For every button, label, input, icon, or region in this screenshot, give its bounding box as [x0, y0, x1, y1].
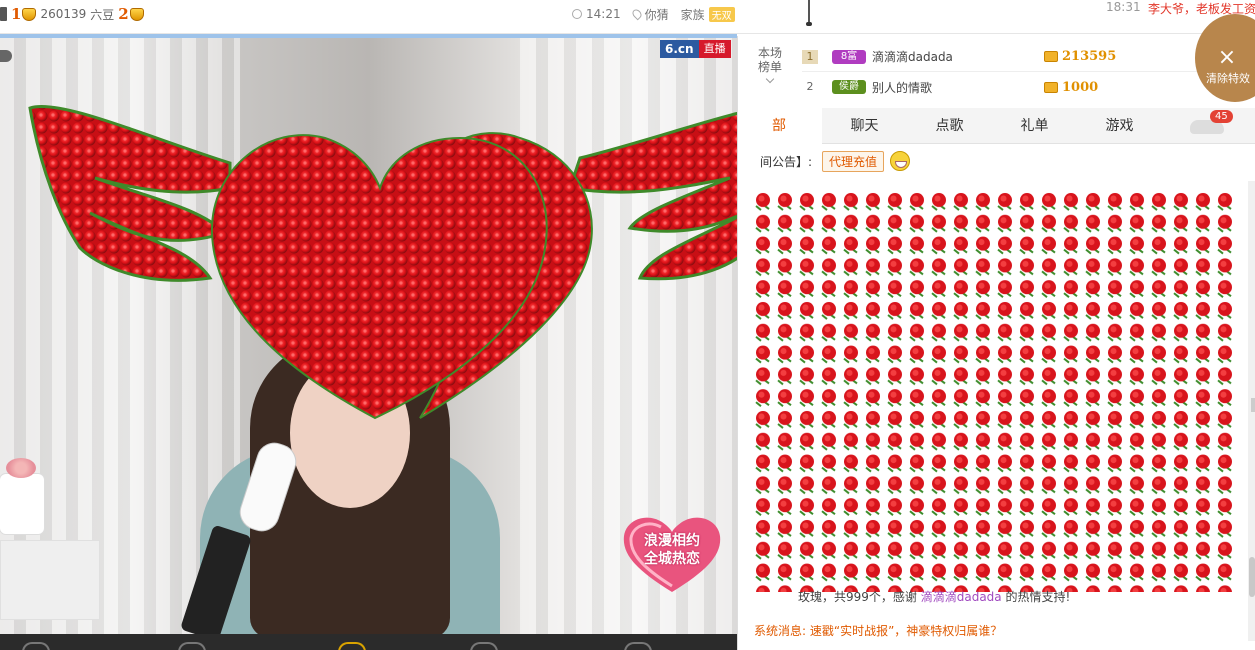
site-name: 6.cn	[660, 40, 699, 58]
coin-icon	[1044, 81, 1058, 93]
rank-badge-1: 1	[11, 5, 37, 23]
expand-arrow-icon[interactable]	[1251, 398, 1255, 412]
promo-line-1: 浪漫相约	[644, 533, 700, 549]
tab-song-request[interactable]: 点歌	[907, 108, 992, 144]
control-dot[interactable]	[470, 642, 498, 650]
system-message[interactable]: 系统消息: 速戳“实时战报”，神豪特权归属谁？	[754, 622, 1002, 639]
gift-message: 玫瑰，共999个，感谢 滴滴滴dadada 的热情支持!	[798, 588, 1070, 605]
announcement: 间公告】: 代理充值	[738, 148, 911, 174]
announcement-label: 间公告】:	[760, 154, 813, 169]
level-badge: 侯爵	[832, 80, 866, 94]
ranking-header[interactable]: 本场 榜单	[750, 46, 790, 84]
level-badge: 8富	[832, 49, 866, 64]
crown-icon	[129, 7, 144, 21]
chevron-down-icon	[765, 74, 775, 84]
family-label: 家族	[680, 7, 705, 22]
panel-edge-icon	[0, 7, 7, 21]
ranking-row[interactable]: 2 侯爵 别人的情歌 1000	[802, 72, 1202, 102]
side-panel: 本场 榜单 1 8富 滴滴滴dadada 213595 2 侯爵 别人的情歌 1…	[737, 14, 1255, 650]
contribution-amount: 1000	[1062, 79, 1099, 95]
record-indicator	[0, 50, 12, 62]
right-wing	[568, 111, 737, 281]
smiley-icon	[890, 151, 911, 171]
user-name[interactable]: 滴滴滴dadada	[872, 48, 1044, 65]
contribution-amount: 213595	[1062, 49, 1117, 64]
close-icon: ×	[1217, 45, 1237, 70]
control-dot[interactable]	[178, 642, 206, 650]
room-info: 1 260139 六豆 2	[0, 0, 144, 28]
tab-all[interactable]: 部	[738, 107, 822, 144]
divider-handle	[806, 0, 812, 26]
notification-badge: 45	[1210, 110, 1233, 123]
control-dot[interactable]	[624, 642, 652, 650]
crown-icon	[22, 7, 37, 21]
host-meta: 14:21 你猜 家族 无双	[572, 4, 735, 24]
user-name[interactable]: 别人的情歌	[872, 79, 1044, 96]
rank-number: 1	[11, 5, 22, 23]
video-player[interactable]: 6.cn 直播 浪漫相约 全城热恋	[0, 38, 737, 634]
rose-grid-effect	[752, 190, 1238, 592]
rank-badge-2: 2	[118, 5, 144, 23]
live-time: 14:21	[586, 7, 621, 21]
tab-gift-list[interactable]: 礼单	[992, 108, 1077, 144]
location-icon	[630, 7, 643, 21]
site-logo[interactable]: 6.cn 直播	[660, 40, 731, 58]
room-id: 260139	[40, 7, 87, 21]
control-dot[interactable]	[338, 642, 366, 650]
clear-effects-label: 清除特效	[1206, 72, 1250, 85]
rank-number: 1	[802, 49, 818, 64]
video-controls-bar	[0, 634, 737, 650]
control-dot[interactable]	[22, 642, 50, 650]
ranking-row[interactable]: 1 8富 滴滴滴dadada 213595	[802, 42, 1202, 72]
family-badge[interactable]: 无双	[708, 6, 735, 22]
left-wing	[28, 105, 232, 282]
rank-number: 2	[118, 5, 129, 23]
clock-icon	[572, 9, 582, 19]
chat-time: 18:31	[1106, 0, 1141, 14]
location-text: 你猜	[644, 7, 669, 22]
coin-icon	[1044, 51, 1058, 62]
gift-text: 玫瑰，共999个，感谢	[798, 590, 917, 604]
top-bar: 1 260139 六豆 2 14:21 你猜 家族 无双 18:31 李大爷，老…	[0, 0, 1255, 34]
ranking-header-line-2: 榜单	[757, 60, 782, 74]
ranking-header-line-1: 本场	[757, 46, 782, 60]
scrollbar-thumb[interactable]	[1249, 557, 1255, 597]
rank-number: 2	[806, 80, 814, 93]
front-heart	[210, 134, 548, 420]
agent-recharge-button[interactable]: 代理充值	[822, 150, 885, 172]
tab-games[interactable]: 游戏	[1077, 108, 1162, 144]
chat-tabs: 部 聊天 点歌 礼单 游戏 45	[738, 107, 1255, 144]
gift-sender-name[interactable]: 滴滴滴dadada	[921, 590, 1002, 604]
promo-text: 浪漫相约 全城热恋	[616, 532, 728, 568]
gift-thanks-text: 的热情支持!	[1005, 590, 1071, 604]
tab-chat[interactable]: 聊天	[822, 108, 907, 144]
currency-label: 六豆	[90, 7, 115, 22]
promo-heart-badge[interactable]: 浪漫相约 全城热恋	[616, 514, 728, 594]
promo-line-2: 全城热恋	[644, 551, 700, 567]
live-label: 直播	[698, 40, 731, 58]
